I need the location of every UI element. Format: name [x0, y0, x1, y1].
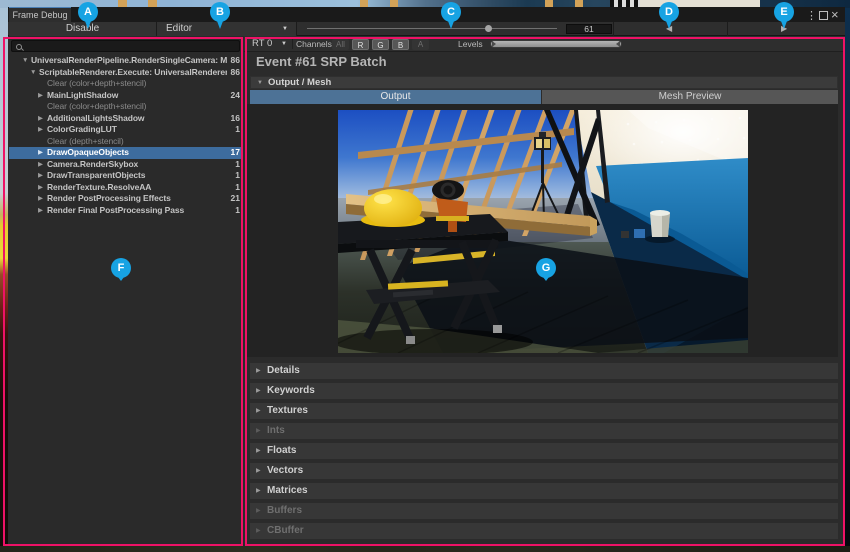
toolbar-divider — [613, 22, 614, 36]
annotation-frame-left — [3, 37, 243, 546]
annotation-badge-e: E — [774, 2, 794, 22]
annotation-frame-right — [245, 37, 845, 546]
maximize-icon[interactable] — [819, 11, 828, 20]
annotation-badge-f: F — [111, 258, 131, 278]
disable-button[interactable]: Disable — [9, 22, 157, 36]
window-tab-bar — [8, 7, 845, 22]
event-number-field[interactable]: 61 — [566, 24, 612, 34]
editor-dropdown[interactable]: Editor ▼ — [157, 22, 297, 36]
event-slider-knob[interactable] — [485, 25, 492, 32]
tab-frame-debug[interactable]: Frame Debug — [9, 7, 71, 22]
screen: Frame Debug ⋮ × Disable Editor ▼ 61 ◀ ▶ … — [0, 0, 850, 552]
close-icon[interactable]: × — [831, 7, 839, 22]
annotation-badge-d: D — [659, 2, 679, 22]
annotation-badge-b: B — [210, 2, 230, 22]
annotation-badge-g: G — [536, 258, 556, 278]
annotation-badge-c: C — [441, 2, 461, 22]
annotation-badge-a: A — [78, 2, 98, 22]
background-scene-right — [845, 8, 850, 552]
background-scene-bottom — [0, 546, 850, 552]
editor-dropdown-label: Editor — [166, 23, 192, 34]
window-menu-icon[interactable]: ⋮ — [806, 9, 817, 22]
chevron-down-icon: ▼ — [282, 22, 288, 36]
toolbar-divider — [727, 22, 728, 36]
event-slider-track[interactable] — [307, 28, 557, 29]
